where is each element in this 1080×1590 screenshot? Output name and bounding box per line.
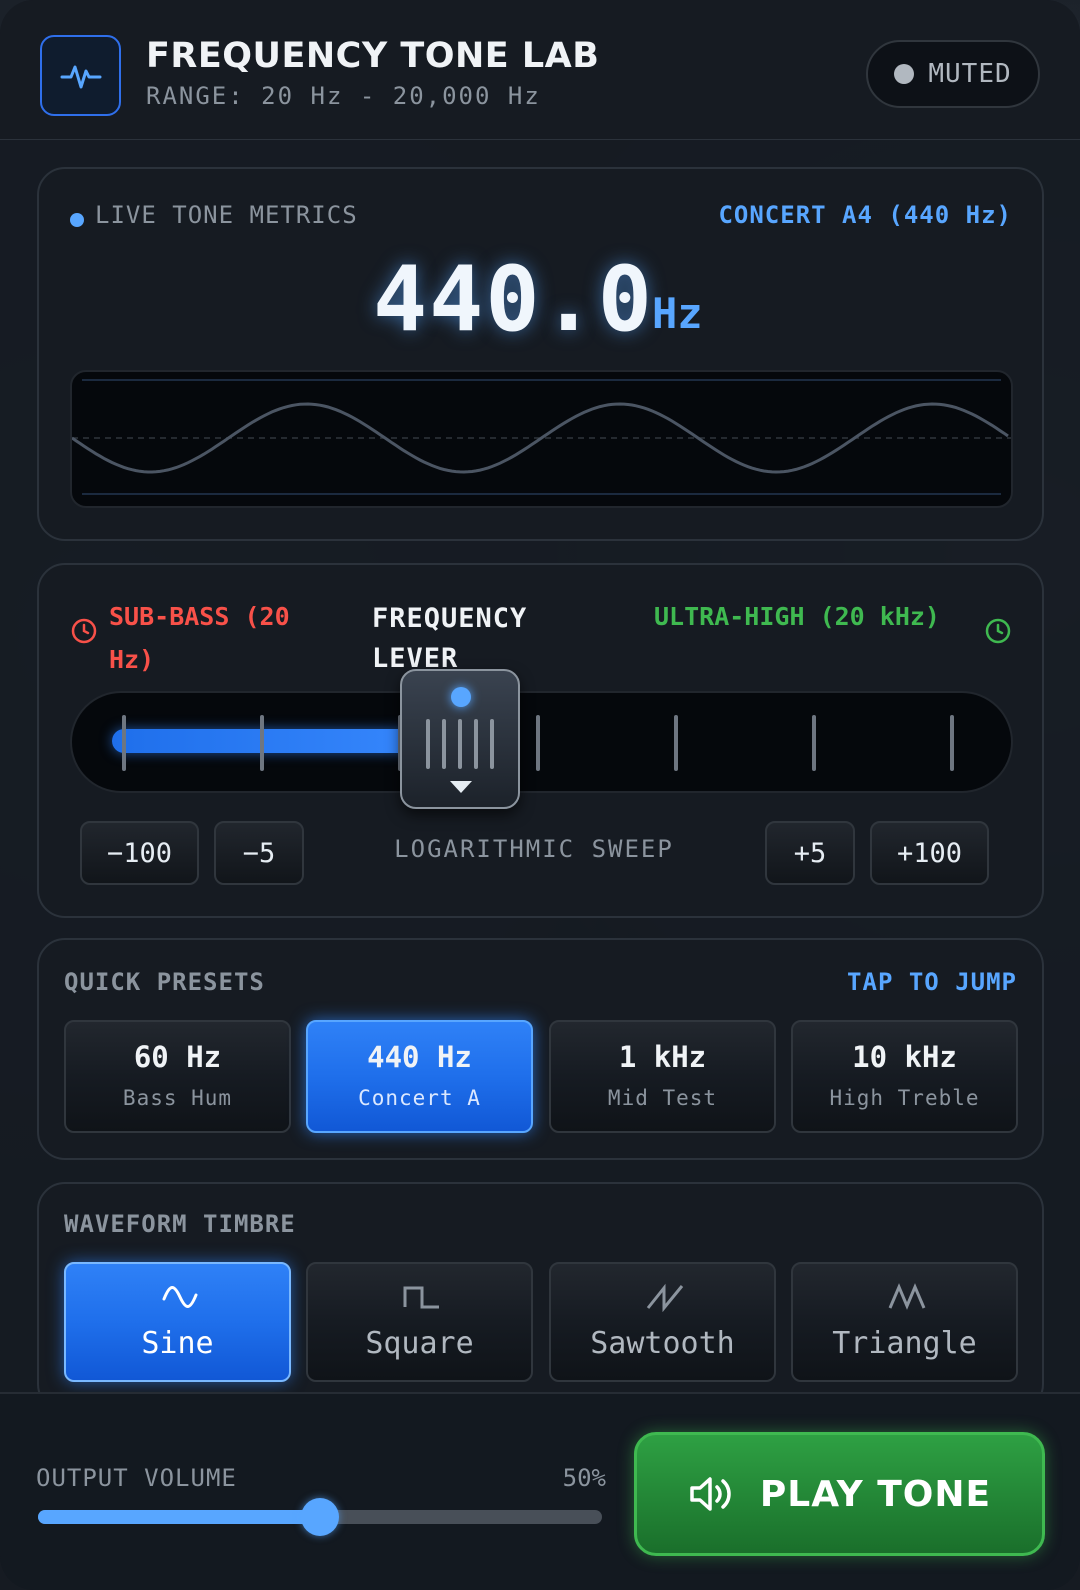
volume-slider[interactable] <box>38 1498 602 1536</box>
slider-tick <box>122 715 126 771</box>
mute-status-label: MUTED <box>928 59 1012 89</box>
speaker-icon <box>690 1477 731 1511</box>
grip-line <box>442 719 447 769</box>
waveform-triangle-button[interactable]: Triangle <box>791 1262 1018 1382</box>
live-metrics-card: LIVE TONE METRICS CONCERT A4 (440 Hz) 44… <box>37 167 1044 541</box>
slider-tick <box>950 715 954 771</box>
volume-slider-thumb[interactable] <box>301 1498 339 1536</box>
preset-name: High Treble <box>829 1086 980 1110</box>
caret-down-icon <box>450 781 473 793</box>
waveform-label: Square <box>365 1326 474 1361</box>
preset-1khz-button[interactable]: 1 kHz Mid Test <box>549 1020 776 1133</box>
clock-icon <box>71 618 97 644</box>
grip-line <box>474 719 479 769</box>
app-window: FREQUENCY TONE LAB RANGE: 20 Hz - 20,000… <box>0 0 1080 1590</box>
range-subtitle: RANGE: 20 Hz - 20,000 Hz <box>146 82 541 110</box>
grip-line <box>458 719 463 769</box>
preset-value: 10 kHz <box>852 1040 957 1074</box>
preset-value: 60 Hz <box>133 1040 222 1074</box>
square-wave-icon <box>403 1286 439 1309</box>
frequency-lever-title: FREQUENCY LEVER <box>372 603 528 674</box>
sawtooth-wave-icon <box>646 1283 684 1312</box>
waveform-label: Sine <box>141 1326 214 1361</box>
preset-value: 440 Hz <box>367 1040 472 1074</box>
waveform-title: WAVEFORM TIMBRE <box>64 1210 296 1238</box>
frequency-readout: 440.0 <box>373 247 654 352</box>
live-metrics-label: LIVE TONE METRICS <box>95 201 358 229</box>
preset-name: Concert A <box>358 1086 481 1110</box>
play-tone-button[interactable]: PLAY TONE <box>634 1432 1045 1556</box>
clock-icon <box>985 618 1011 644</box>
waveform-square-button[interactable]: Square <box>306 1262 533 1382</box>
oscilloscope-display <box>70 370 1013 508</box>
presets-title: QUICK PRESETS <box>64 968 265 996</box>
preset-name: Mid Test <box>607 1086 718 1110</box>
note-name-label: CONCERT A4 (440 Hz) <box>718 201 1012 229</box>
frequency-unit: Hz <box>652 289 703 338</box>
waveform-label: Triangle <box>832 1326 977 1361</box>
volume-slider-fill <box>38 1510 320 1524</box>
handle-indicator-icon <box>451 687 472 707</box>
triangle-wave-icon <box>888 1283 926 1310</box>
slider-tick <box>674 715 678 771</box>
ultra-high-label: ULTRA-HIGH (20 kHz) <box>654 602 940 631</box>
presets-hint: TAP TO JUMP <box>847 968 1017 996</box>
app-header: FREQUENCY TONE LAB RANGE: 20 Hz - 20,000… <box>0 0 1080 140</box>
volume-value: 50% <box>562 1464 606 1492</box>
frequency-lever-card: SUB-BASS (20 Hz) FREQUENCY LEVER ULTRA-H… <box>37 563 1044 918</box>
live-indicator-icon <box>70 213 84 227</box>
waveform-sawtooth-button[interactable]: Sawtooth <box>549 1262 776 1382</box>
preset-value: 1 kHz <box>618 1040 707 1074</box>
step-plus-5-button[interactable]: +5 <box>765 821 855 885</box>
play-tone-label: PLAY TONE <box>759 1473 992 1515</box>
quick-presets-card: QUICK PRESETS TAP TO JUMP 60 Hz Bass Hum… <box>37 938 1044 1160</box>
sine-wave-icon <box>162 1286 198 1308</box>
status-dot-icon <box>894 64 915 84</box>
step-plus-100-button[interactable]: +100 <box>870 821 989 885</box>
grip-line <box>426 719 431 769</box>
sub-bass-label: SUB-BASS (20 Hz) <box>109 602 290 674</box>
output-footer: OUTPUT VOLUME 50% PLAY TONE <box>0 1392 1080 1590</box>
preset-name: Bass Hum <box>122 1086 233 1110</box>
step-minus-100-button[interactable]: −100 <box>80 821 199 885</box>
step-minus-5-button[interactable]: −5 <box>214 821 304 885</box>
waveform-sine-button[interactable]: Sine <box>64 1262 291 1382</box>
slider-tick <box>812 715 816 771</box>
waveform-pulse-icon <box>40 35 121 116</box>
volume-label: OUTPUT VOLUME <box>36 1464 237 1492</box>
app-title: FREQUENCY TONE LAB <box>146 36 600 76</box>
preset-10khz-button[interactable]: 10 kHz High Treble <box>791 1020 1018 1133</box>
frequency-slider-track[interactable] <box>70 691 1013 793</box>
waveform-label: Sawtooth <box>590 1326 735 1361</box>
slider-tick <box>536 715 540 771</box>
preset-440hz-button[interactable]: 440 Hz Concert A <box>306 1020 533 1133</box>
mute-toggle[interactable]: MUTED <box>866 40 1040 108</box>
slider-tick <box>260 715 264 771</box>
frequency-lever-handle[interactable] <box>400 669 521 809</box>
preset-60hz-button[interactable]: 60 Hz Bass Hum <box>64 1020 291 1133</box>
waveform-timbre-card: WAVEFORM TIMBRE Sine Square Sawtooth Tri… <box>37 1182 1044 1412</box>
grip-line <box>490 719 495 769</box>
sweep-mode-label: LOGARITHMIC SWEEP <box>394 835 674 863</box>
